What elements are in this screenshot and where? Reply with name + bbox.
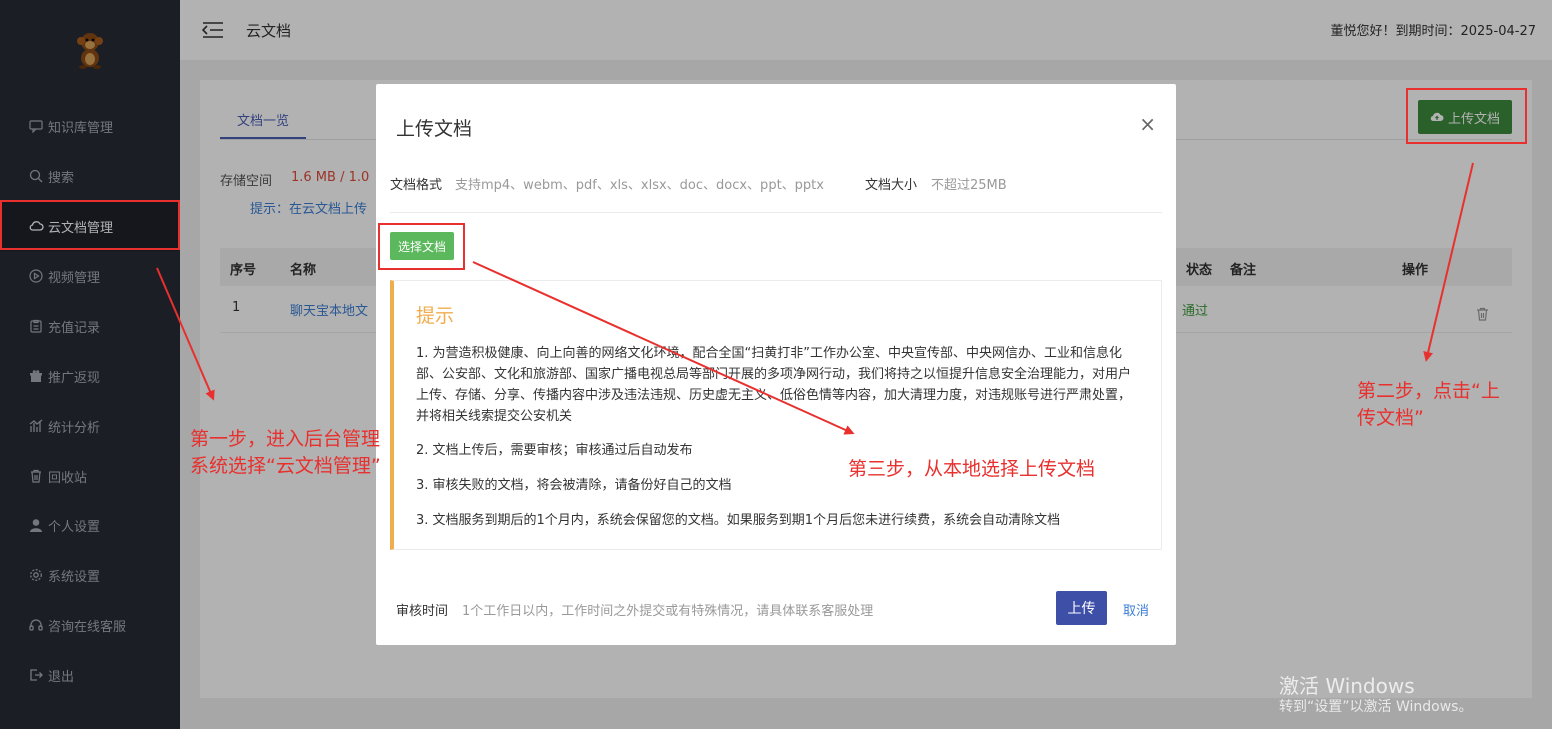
notice-title: 提示: [416, 305, 455, 327]
windows-activation-title: 激活 Windows: [1279, 674, 1415, 698]
annotation-box-upload: [1406, 88, 1527, 144]
annotation-step1: 第一步，进入后台管理 系统选择“云文档管理”: [190, 426, 381, 480]
annotation-step2-line1: 第二步，点击“上: [1357, 380, 1500, 402]
format-label: 文档格式: [390, 178, 443, 193]
annotation-step1-line1: 第一步，进入后台管理: [190, 428, 381, 450]
annotation-step1-line2: 系统选择“云文档管理”: [190, 455, 381, 477]
annotation-box-sidebar: [0, 200, 180, 250]
size-label: 文档大小: [865, 178, 918, 193]
format-value: 支持mp4、webm、pdf、xls、xlsx、doc、docx、ppt、ppt…: [455, 178, 824, 193]
notice-panel: 提示 1. 为营造积极健康、向上向善的网络文化环境，配合全国“扫黄打非”工作办公…: [390, 280, 1162, 550]
size-value: 不超过25MB: [931, 178, 1007, 193]
audit-time-label: 审核时间: [396, 604, 449, 619]
windows-activation-hint: 转到“设置”以激活 Windows。: [1279, 699, 1473, 715]
modal-divider: [390, 212, 1162, 213]
notice-item: 1. 为营造积极健康、向上向善的网络文化环境，配合全国“扫黄打非”工作办公室、中…: [416, 346, 1132, 424]
notice-item: 3. 文档服务到期后的1个月内，系统会保留您的文档。如果服务到期1个月后您未进行…: [416, 513, 1061, 528]
close-icon[interactable]: ×: [1139, 114, 1156, 134]
annotation-box-choose: [378, 223, 465, 270]
audit-time-value: 1个工作日以内，工作时间之外提交或有特殊情况，请具体联系客服处理: [462, 604, 874, 619]
annotation-step2: 第二步，点击“上 传文档”: [1357, 378, 1500, 432]
modal-title: 上传文档: [396, 118, 473, 140]
upload-doc-modal: 上传文档 × 文档格式 支持mp4、webm、pdf、xls、xlsx、doc、…: [376, 84, 1176, 645]
submit-upload-button[interactable]: 上传: [1056, 591, 1107, 625]
annotation-step2-line2: 传文档”: [1357, 407, 1424, 429]
annotation-step3: 第三步，从本地选择上传文档: [848, 458, 1096, 480]
cancel-link[interactable]: 取消: [1123, 600, 1149, 619]
